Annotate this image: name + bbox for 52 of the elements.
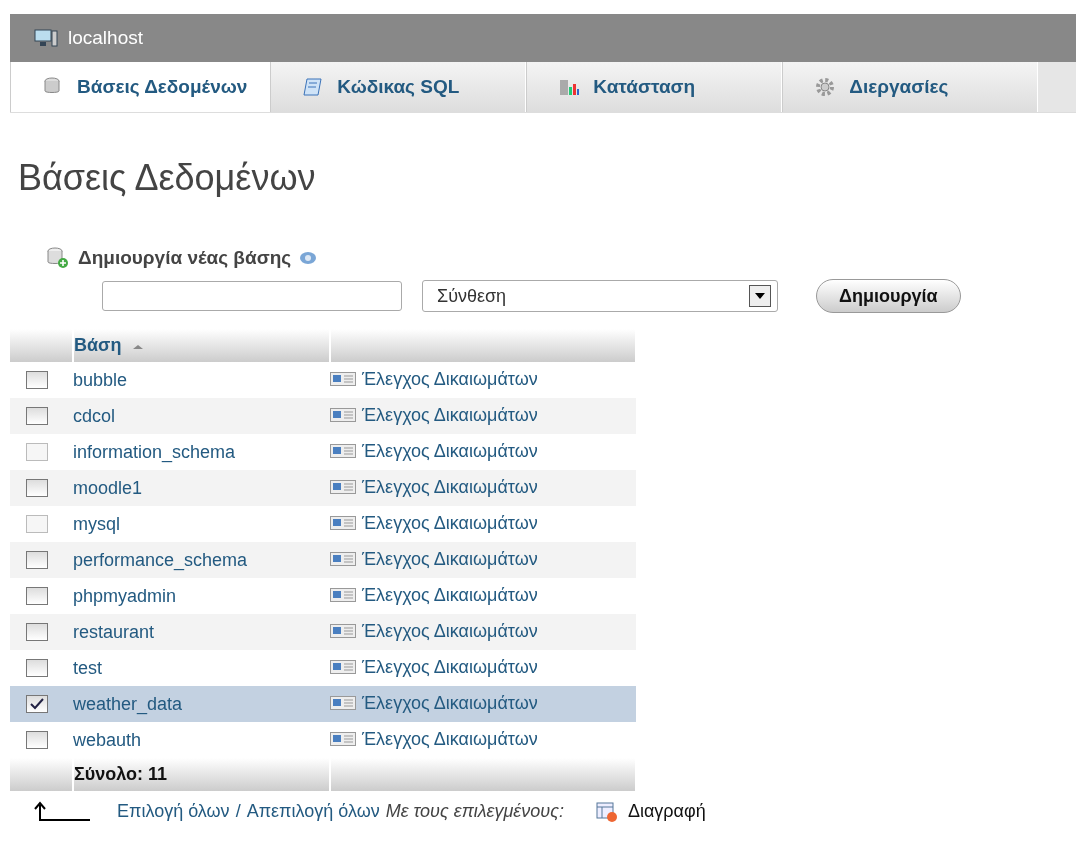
privileges-link[interactable]: Έλεγχος Δικαιωμάτων: [362, 728, 538, 750]
privileges-link[interactable]: Έλεγχος Δικαιωμάτων: [362, 656, 538, 678]
nav-tab[interactable]: Κώδικας SQL: [270, 62, 527, 112]
checkmark-icon: [30, 698, 44, 710]
privileges-link[interactable]: Έλεγχος Δικαιωμάτων: [362, 368, 538, 390]
arrow-up-icon: [34, 801, 91, 822]
help-icon: [299, 250, 318, 266]
row-checkbox[interactable]: [26, 731, 48, 749]
section-label: Δημιουργία νέας βάσης: [78, 247, 292, 269]
create-button[interactable]: Δημιουργία: [816, 279, 961, 313]
column-header[interactable]: Βάση: [74, 335, 144, 356]
row-checkbox[interactable]: [26, 623, 48, 641]
database-link[interactable]: bubble: [73, 369, 128, 390]
id-card-icon: [330, 372, 356, 387]
computer-icon: [34, 29, 58, 47]
row-checkbox[interactable]: [26, 695, 48, 713]
separator: /: [235, 801, 241, 822]
caret-icon: [755, 293, 765, 299]
row-checkbox[interactable]: [26, 551, 48, 569]
row-checkbox[interactable]: [26, 479, 48, 497]
with-selected-label: Με τους επιλεγμένους:: [385, 801, 564, 822]
database-link[interactable]: phpmyadmin: [73, 585, 177, 606]
row-checkbox[interactable]: [26, 659, 48, 677]
select-all-link[interactable]: Επιλογή όλων: [117, 801, 230, 822]
id-card-icon: [330, 444, 356, 459]
page-title: Βάσεις Δεδομένων: [18, 157, 317, 199]
delete-action[interactable]: Διαγραφή: [595, 801, 706, 822]
id-card-icon: [330, 516, 356, 531]
nav-tab[interactable]: Διεργασίες: [782, 62, 1039, 112]
table-delete-icon: [595, 801, 618, 822]
database-name-field[interactable]: [102, 281, 402, 311]
bar-chart-icon: [559, 77, 582, 97]
id-card-icon: [330, 696, 356, 711]
privileges-link[interactable]: Έλεγχος Δικαιωμάτων: [362, 584, 538, 606]
database-link[interactable]: moodle1: [73, 477, 143, 498]
deselect-all-link[interactable]: Απεπιλογή όλων: [246, 801, 380, 822]
database-add-icon: [46, 247, 70, 269]
database-link[interactable]: restaurant: [73, 621, 155, 642]
server-name: localhost: [68, 27, 143, 49]
row-checkbox[interactable]: [26, 407, 48, 425]
nav-tab[interactable]: Κατάσταση: [526, 62, 783, 112]
database-link[interactable]: test: [73, 657, 102, 678]
total-count: Σύνολο: 11: [74, 764, 168, 784]
row-checkbox[interactable]: [26, 371, 48, 389]
row-checkbox[interactable]: [26, 587, 48, 605]
nav-tab[interactable]: Βάσεις Δεδομένων: [10, 62, 271, 112]
collation-dropdown[interactable]: Σύνθεση: [422, 280, 778, 312]
database-link[interactable]: cdcol: [73, 405, 116, 426]
id-card-icon: [330, 732, 356, 747]
id-card-icon: [330, 588, 356, 603]
id-card-icon: [330, 660, 356, 675]
database-link[interactable]: webauth: [73, 729, 142, 750]
